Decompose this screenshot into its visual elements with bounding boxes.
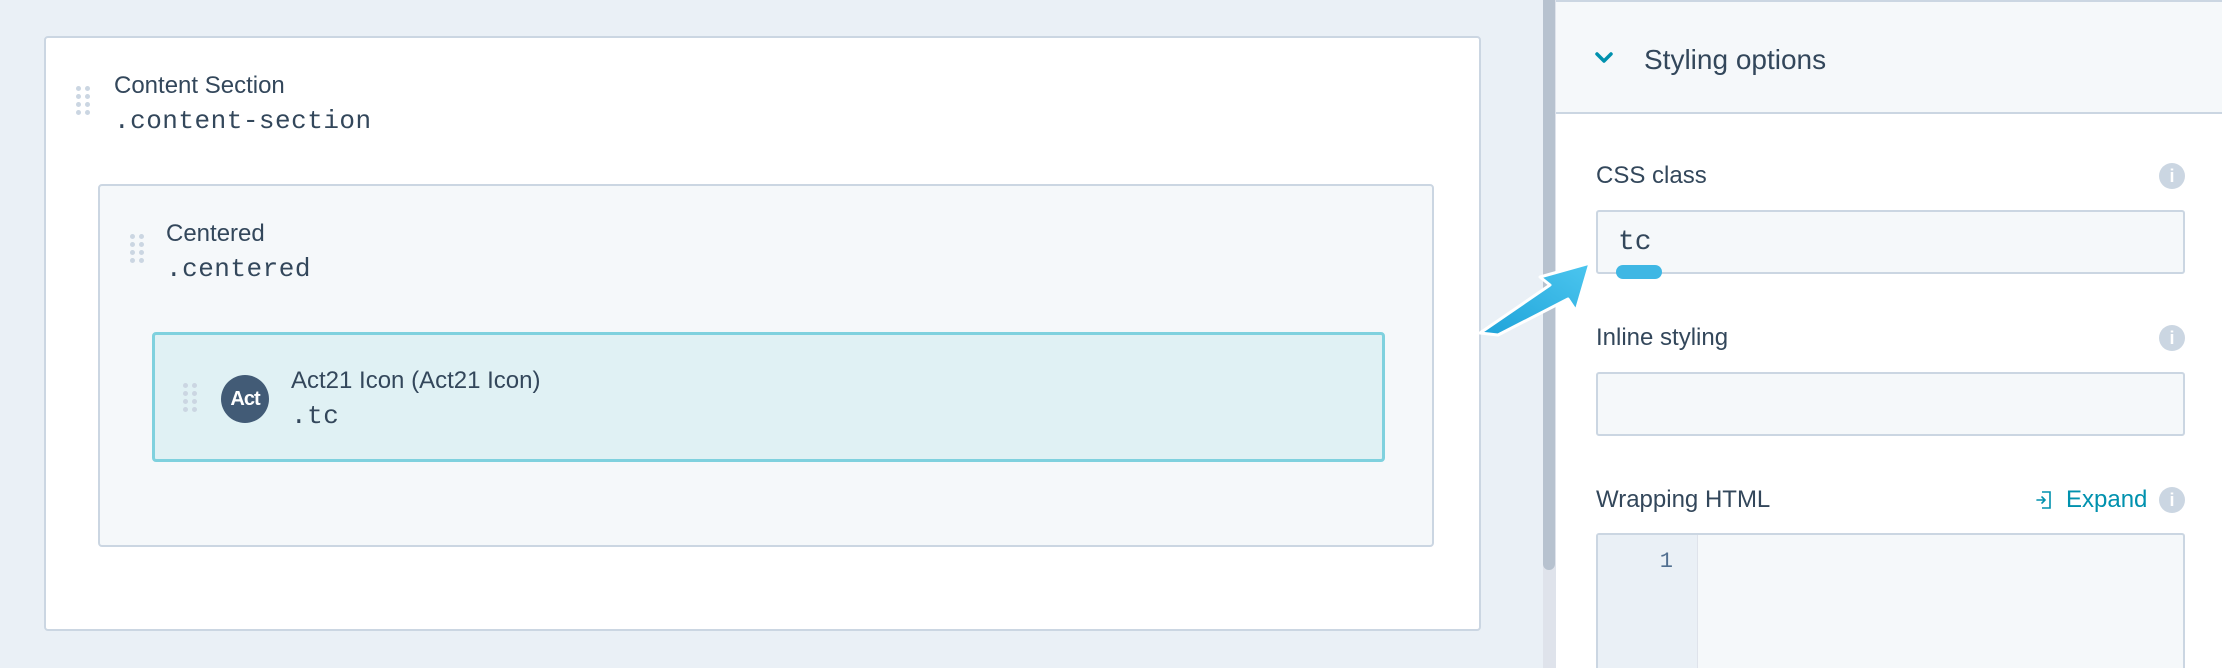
panel-title: Styling options [1644,44,1827,75]
module-class-name: .tc [291,401,340,431]
layout-canvas: Content Section .content-section Centere… [0,0,1543,668]
content-section-module[interactable]: Content Section .content-section Centere… [44,36,1481,631]
module-title: Content Section [114,72,285,99]
styling-panel: Styling options CSS class i Inline styli… [1555,0,2222,668]
module-class-name: .centered [166,254,311,284]
expand-icon [2036,491,2051,509]
info-icon[interactable]: i [2159,325,2185,351]
wrapping-html-editor[interactable]: 1 [1596,533,2185,668]
info-icon[interactable]: i [2159,487,2185,513]
styling-options-header[interactable]: Styling options [1556,0,2222,114]
wrapping-html-label: Wrapping HTML [1596,486,1771,513]
chevron-down-icon[interactable] [1592,46,1616,70]
drag-handle-icon[interactable] [130,234,144,264]
text-cursor-marker [1616,265,1662,279]
act21-icon-module[interactable]: Act Act21 Icon (Act21 Icon) .tc [152,332,1385,462]
module-avatar: Act [221,375,269,423]
centered-module[interactable]: Centered .centered Act Act21 Icon (Act21… [98,184,1434,547]
css-class-input[interactable] [1596,210,2185,274]
expand-label[interactable]: Expand [2066,486,2147,514]
inline-styling-input[interactable] [1596,372,2185,436]
expand-link[interactable]: Expand [2036,486,2147,514]
pointer-arrow-icon [1478,261,1592,337]
module-title: Act21 Icon (Act21 Icon) [291,367,541,394]
info-icon[interactable]: i [2159,163,2185,189]
drag-handle-icon[interactable] [183,383,197,413]
css-class-label: CSS class [1596,162,1707,189]
module-class-name: .content-section [114,106,372,136]
line-number: 1 [1659,549,1673,574]
inline-styling-label: Inline styling [1596,324,1729,351]
module-title: Centered [166,220,265,247]
drag-handle-icon[interactable] [76,86,90,116]
editor-gutter: 1 [1598,535,1698,668]
